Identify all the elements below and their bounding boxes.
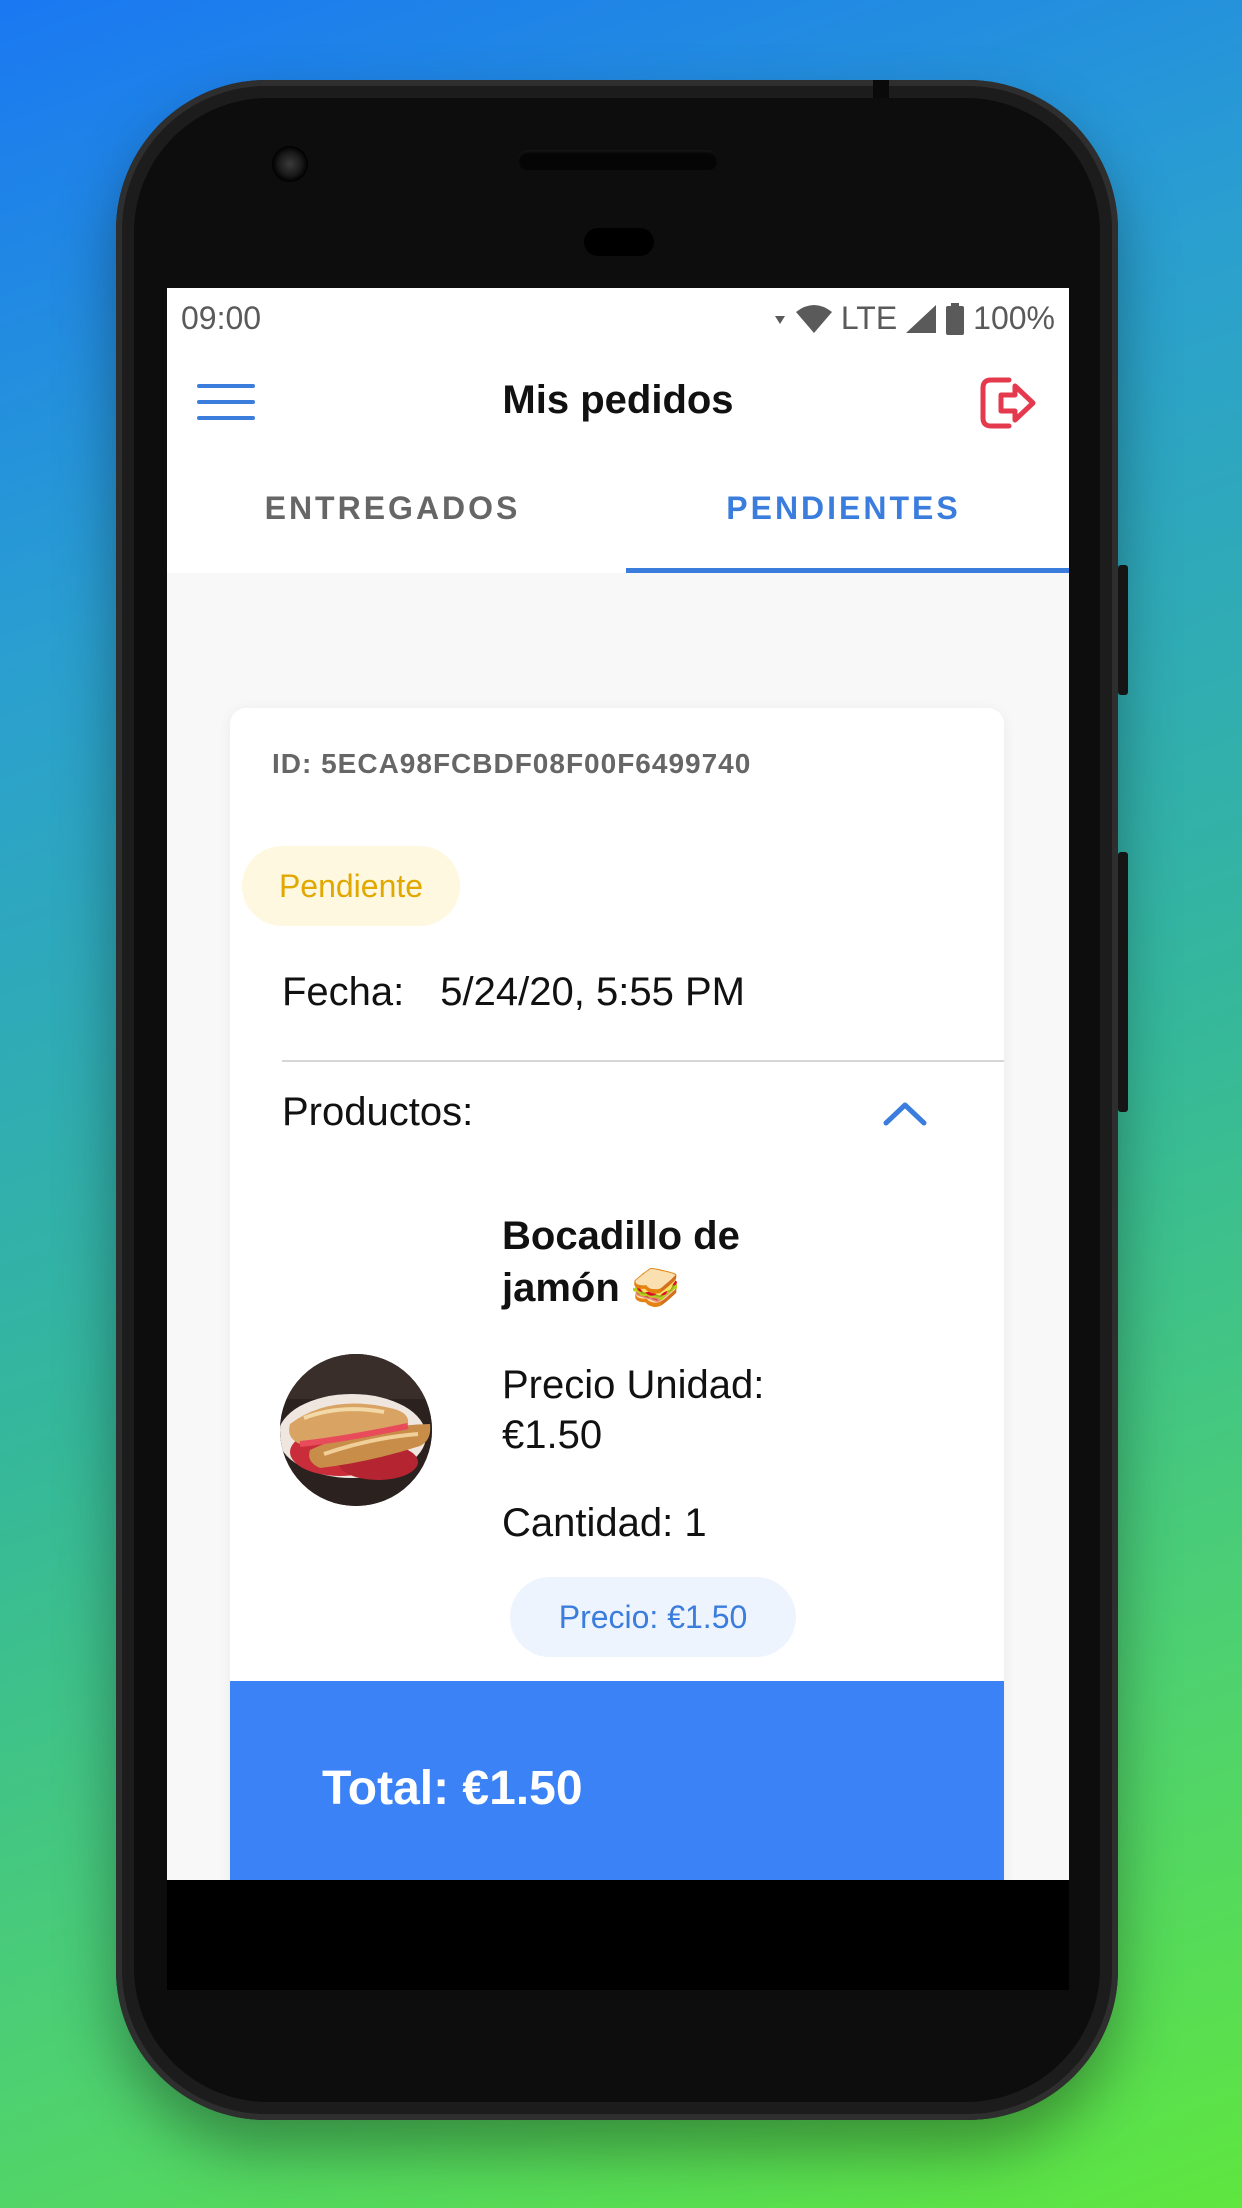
network-type: LTE (840, 300, 898, 336)
proximity-sensor (584, 228, 654, 256)
status-bar: 09:00 LTE 100% (167, 288, 1069, 348)
earpiece-speaker (518, 150, 718, 170)
products-label: Productos: (282, 1090, 474, 1134)
logout-icon (980, 377, 1036, 429)
collapse-products-button[interactable] (880, 1093, 930, 1133)
status-time: 09:00 (181, 300, 262, 336)
tab-delivered[interactable]: ENTREGADOS (167, 478, 618, 568)
date-label: Fecha: (282, 970, 405, 1014)
cell-signal-icon (906, 304, 937, 333)
order-card: ID: 5ECA98FCBDF08F00F6499740 Pendiente F… (230, 708, 1004, 1880)
divider (282, 1060, 1004, 1062)
order-total: Total: €1.50 (322, 1762, 583, 1815)
sandwich-photo (280, 1354, 432, 1506)
order-date-row: Fecha: 5/24/20, 5:55 PM (282, 970, 745, 1015)
power-button (1118, 565, 1128, 695)
status-icons: LTE 100% (773, 300, 1055, 337)
unit-price-value: €1.50 (502, 1413, 603, 1457)
logout-button[interactable] (979, 374, 1039, 432)
navigation-bar-area (167, 1880, 1069, 1990)
tab-pending[interactable]: PENDIENTES (618, 478, 1069, 568)
product-price-chip: Precio: €1.50 (510, 1577, 796, 1657)
product-quantity: Cantidad: 1 (502, 1501, 707, 1545)
front-camera (272, 146, 308, 182)
status-badge: Pendiente (242, 846, 460, 926)
order-tabs: ENTREGADOS PENDIENTES (167, 478, 1069, 568)
product-name: Bocadillo de jamón 🥪 (502, 1214, 740, 1310)
order-id: ID: 5ECA98FCBDF08F00F6499740 (272, 748, 752, 779)
app-screen: 09:00 LTE 100% Mis pedidos ENTREGADOS PE… (167, 288, 1069, 1880)
order-total-bar: Total: €1.50 (230, 1681, 1004, 1880)
volume-rocker (1118, 852, 1128, 1112)
product-image (280, 1354, 432, 1506)
antenna-line (873, 80, 889, 98)
app-header: Mis pedidos (167, 358, 1069, 448)
chevron-up-icon (883, 1102, 927, 1126)
unit-price-label: Precio Unidad: (502, 1363, 765, 1407)
date-value: 5/24/20, 5:55 PM (440, 970, 745, 1014)
page-title: Mis pedidos (502, 378, 734, 422)
battery-level: 100% (973, 300, 1055, 336)
unit-price: Precio Unidad: €1.50 (502, 1360, 822, 1460)
data-activity-icon (774, 315, 785, 324)
battery-icon (946, 302, 965, 335)
wifi-icon (795, 304, 832, 333)
